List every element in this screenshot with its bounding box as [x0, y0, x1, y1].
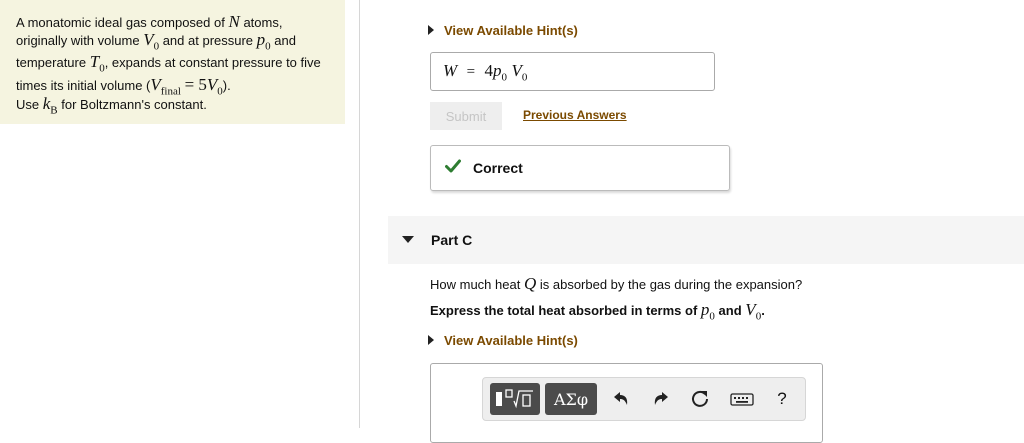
part-c-instructions: Express the total heat absorbed in terms… — [430, 300, 765, 323]
problem-statement: A monatomic ideal gas composed of N atom… — [16, 12, 321, 98]
part-c-title: Part C — [431, 232, 473, 248]
correct-feedback-box: Correct — [430, 145, 730, 191]
greek-symbols-button[interactable]: ΑΣφ — [545, 383, 597, 415]
view-hints-link-part-c[interactable]: View Available Hint(s) — [428, 333, 578, 348]
help-icon[interactable]: ? — [769, 383, 795, 415]
part-c-question: How much heat Q is absorbed by the gas d… — [430, 274, 803, 293]
keyboard-icon — [730, 393, 754, 406]
reset-icon — [692, 390, 708, 407]
reset-button[interactable] — [687, 383, 713, 415]
templates-icon — [496, 389, 533, 409]
undo-icon — [614, 392, 628, 405]
expand-triangle-icon — [428, 25, 434, 35]
correct-label: Correct — [473, 160, 523, 176]
redo-button[interactable] — [647, 383, 673, 415]
keyboard-button[interactable] — [727, 383, 757, 415]
redo-icon — [654, 392, 668, 405]
math-toolbar: ΑΣφ ? — [482, 377, 806, 421]
boltzmann-note: Use kB for Boltzmann's constant. — [16, 94, 207, 117]
view-hints-link-part-b[interactable]: View Available Hint(s) — [428, 23, 578, 38]
previous-answers-link[interactable]: Previous Answers — [523, 108, 627, 122]
part-c-header[interactable]: Part C — [388, 216, 1024, 264]
templates-button[interactable] — [490, 383, 540, 415]
column-divider — [359, 0, 360, 428]
answer-display-part-b: W = 4p0 V0 — [430, 52, 715, 91]
collapse-caret-icon[interactable] — [402, 236, 414, 243]
checkmark-icon — [445, 159, 461, 173]
expand-triangle-icon — [428, 335, 434, 345]
submit-button[interactable]: Submit — [430, 102, 502, 130]
problem-panel: A monatomic ideal gas composed of N atom… — [0, 0, 345, 124]
undo-button[interactable] — [609, 383, 635, 415]
